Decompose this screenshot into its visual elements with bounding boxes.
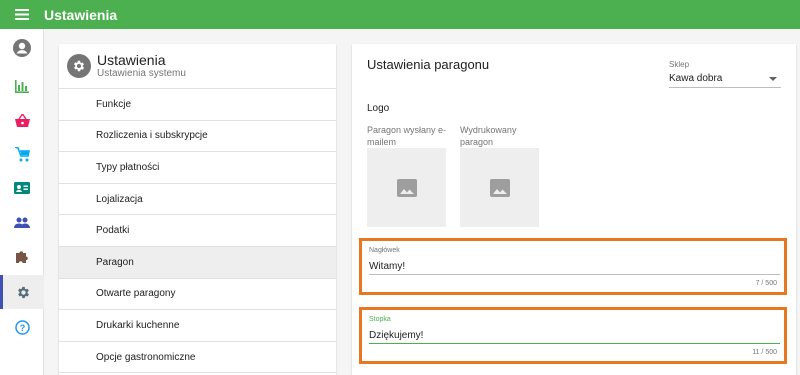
nav-rail: ? bbox=[0, 29, 44, 375]
gear-icon[interactable] bbox=[0, 275, 44, 309]
logo-printed-caption: Wydrukowany paragon bbox=[460, 125, 517, 147]
bar-chart-icon[interactable] bbox=[0, 69, 44, 103]
settings-item-lojalizacja[interactable]: Lojalizacja bbox=[59, 184, 336, 216]
app-bar: Ustawienia bbox=[0, 0, 800, 29]
receipt-footer-input[interactable] bbox=[369, 327, 780, 344]
settings-item-funkcje[interactable]: Funkcje bbox=[59, 89, 336, 121]
logo-printed-upload[interactable] bbox=[460, 148, 539, 227]
dropdown-arrow-icon bbox=[769, 76, 777, 81]
receipt-header-input[interactable] bbox=[369, 258, 780, 275]
receipt-header-field: Nagłówek 7 / 500 bbox=[359, 238, 787, 295]
receipt-header-label: Nagłówek bbox=[369, 247, 400, 254]
contact-card-icon[interactable] bbox=[0, 171, 44, 205]
logo-emailed-upload[interactable] bbox=[367, 148, 446, 227]
basket-icon[interactable] bbox=[0, 103, 44, 137]
shop-select[interactable]: Kawa dobra bbox=[669, 70, 781, 88]
receipt-footer-field: Stopka 11 / 500 bbox=[359, 307, 787, 364]
settings-item-podatki[interactable]: Podatki bbox=[59, 215, 336, 247]
settings-item-opcje-gastronomiczne[interactable]: Opcje gastronomiczne bbox=[59, 342, 336, 374]
settings-menu-card: Ustawienia Ustawienia systemu Funkcje Ro… bbox=[59, 44, 336, 375]
settings-menu-subtitle: Ustawienia systemu bbox=[97, 68, 186, 79]
account-circle-icon[interactable] bbox=[0, 31, 44, 65]
receipt-header-counter: 7 / 500 bbox=[755, 280, 777, 287]
cart-icon[interactable] bbox=[0, 137, 44, 171]
image-placeholder-icon bbox=[396, 178, 417, 197]
settings-item-drukarki-kuchenne[interactable]: Drukarki kuchenne bbox=[59, 310, 336, 342]
logo-emailed-caption: Paragon wysłany e-mailem bbox=[367, 125, 447, 147]
puzzle-icon[interactable] bbox=[0, 239, 44, 273]
image-placeholder-icon bbox=[489, 178, 510, 197]
receipt-settings-title: Ustawienia paragonu bbox=[367, 57, 490, 72]
svg-text:?: ? bbox=[19, 323, 25, 333]
receipt-footer-label: Stopka bbox=[369, 316, 391, 323]
settings-menu-header: Ustawienia Ustawienia systemu bbox=[59, 44, 336, 89]
shop-select-label: Sklep bbox=[669, 60, 690, 69]
settings-item-paragon[interactable]: Paragon bbox=[59, 246, 336, 279]
help-icon[interactable]: ? bbox=[0, 310, 44, 344]
settings-item-otwarte-paragony[interactable]: Otwarte paragony bbox=[59, 279, 336, 311]
settings-menu-title: Ustawienia bbox=[97, 52, 166, 68]
receipt-footer-counter: 11 / 500 bbox=[752, 349, 777, 356]
settings-item-typy-platnosci[interactable]: Typy płatności bbox=[59, 152, 336, 184]
app-title: Ustawienia bbox=[44, 6, 118, 23]
shop-select-value: Kawa dobra bbox=[669, 73, 723, 84]
logo-label: Logo bbox=[367, 103, 390, 114]
settings-item-rozliczenia[interactable]: Rozliczenia i subskrypcje bbox=[59, 121, 336, 153]
people-icon[interactable] bbox=[0, 205, 44, 239]
menu-icon[interactable] bbox=[0, 0, 44, 29]
settings-gear-icon bbox=[67, 54, 91, 78]
